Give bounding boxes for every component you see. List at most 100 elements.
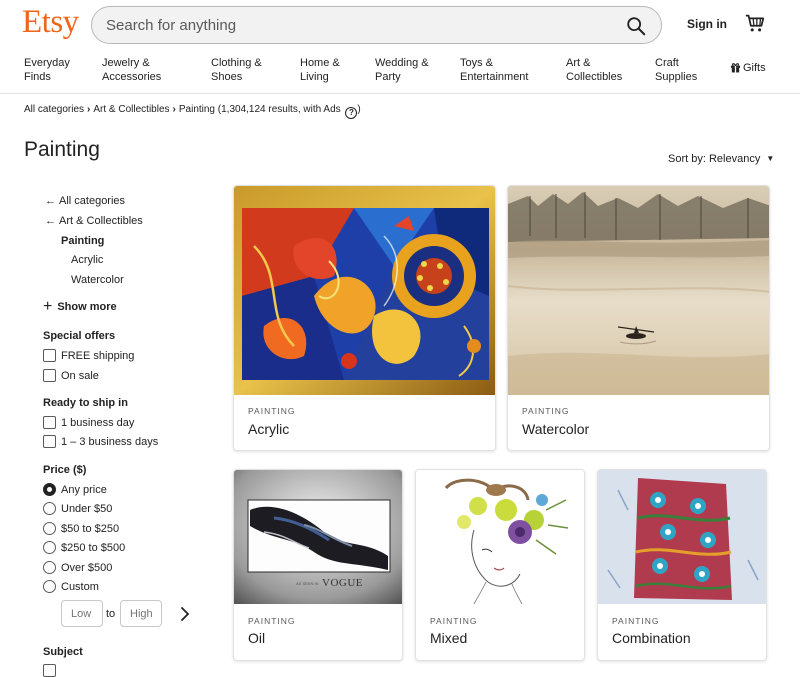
- price-low-input[interactable]: [61, 600, 103, 627]
- ready-to-ship-heading: Ready to ship in: [43, 397, 128, 409]
- card-title: Mixed: [430, 630, 468, 646]
- mixed-media-painting-image: [416, 470, 584, 604]
- combination-painting-image: [598, 470, 766, 604]
- results-count: (1,304,124 results, with Ads: [217, 104, 341, 115]
- nav-item-everyday-finds[interactable]: Everyday Finds: [24, 56, 70, 84]
- special-offers-heading: Special offers: [43, 330, 116, 342]
- checkbox[interactable]: [43, 416, 56, 429]
- checkbox-on-sale[interactable]: On sale: [43, 369, 99, 382]
- card-kicker: PAINTING: [248, 616, 296, 626]
- nav-item-art[interactable]: Art & Collectibles: [566, 56, 622, 84]
- header: Etsy Sign in: [0, 0, 800, 50]
- checkbox[interactable]: [43, 664, 56, 677]
- back-link-art-collectibles[interactable]: ← Art & Collectibles: [45, 215, 143, 227]
- plus-icon: +: [43, 298, 53, 315]
- sort-label: Sort by: Relevancy: [668, 153, 761, 165]
- card-kicker: PAINTING: [522, 406, 570, 416]
- price-heading: Price ($): [43, 464, 87, 476]
- price-high-input[interactable]: [120, 600, 162, 627]
- nav-label-line2: Entertainment: [460, 71, 529, 83]
- watercolor-painting-image: [508, 186, 769, 395]
- sign-in-link[interactable]: Sign in: [687, 17, 727, 31]
- subject-heading: Subject: [43, 646, 83, 658]
- category-card-watercolor[interactable]: PAINTING Watercolor: [507, 185, 770, 451]
- cart-icon[interactable]: [744, 12, 766, 34]
- nav-item-toys[interactable]: Toys & Entertainment: [460, 56, 528, 84]
- radio-selected[interactable]: [43, 483, 56, 496]
- checkbox[interactable]: [43, 369, 56, 382]
- nav-label-line1: Toys &: [460, 57, 494, 69]
- nav-label-line1: Wedding &: [375, 57, 429, 69]
- radio-custom[interactable]: Custom: [43, 580, 99, 593]
- nav-item-gifts[interactable]: Gifts: [730, 62, 766, 74]
- category-card-oil[interactable]: VOGUE AS SEEN IN PAINTING Oil: [233, 469, 403, 661]
- price-to-label: to: [106, 608, 116, 620]
- checkbox[interactable]: [43, 349, 56, 362]
- page-title: Painting: [24, 138, 100, 161]
- current-category: Painting: [61, 235, 105, 247]
- radio[interactable]: [43, 561, 56, 574]
- card-kicker: PAINTING: [430, 616, 478, 626]
- search-input[interactable]: [106, 15, 606, 35]
- radio[interactable]: [43, 522, 56, 535]
- card-kicker: PAINTING: [248, 406, 296, 416]
- nav-label-line2: Supplies: [655, 71, 698, 83]
- radio-under-50[interactable]: Under $50: [43, 502, 112, 515]
- nav-label-line1: Jewelry &: [102, 57, 150, 69]
- gift-icon: [730, 63, 741, 73]
- nav-label-line2: Collectibles: [566, 71, 623, 83]
- category-nav: Everyday Finds Jewelry & Accessories Clo…: [0, 52, 800, 94]
- arrow-left-icon: ←: [45, 195, 56, 207]
- category-card-mixed[interactable]: PAINTING Mixed: [415, 469, 585, 661]
- search-icon[interactable]: [625, 15, 647, 37]
- radio-any-price[interactable]: Any price: [43, 483, 107, 496]
- svg-text:VOGUE: VOGUE: [322, 577, 363, 589]
- nav-label-line2: Party: [375, 71, 401, 83]
- card-title: Watercolor: [522, 421, 590, 437]
- nav-label-line1: Everyday: [24, 57, 70, 69]
- sort-dropdown[interactable]: Sort by: Relevancy ▼: [668, 153, 774, 165]
- card-title: Oil: [248, 630, 266, 646]
- caret-down-icon: ▼: [766, 154, 775, 163]
- nav-item-clothing[interactable]: Clothing & Shoes: [211, 56, 262, 84]
- search-bar[interactable]: [91, 6, 662, 44]
- nav-label-line2: Living: [300, 71, 329, 83]
- nav-item-home[interactable]: Home & Living: [300, 56, 340, 84]
- breadcrumb-all-categories[interactable]: All categories: [24, 104, 84, 115]
- radio-250-to-500[interactable]: $250 to $500: [43, 541, 125, 554]
- checkbox[interactable]: [43, 435, 56, 448]
- etsy-logo[interactable]: Etsy: [22, 4, 79, 41]
- help-icon[interactable]: ?: [345, 107, 358, 119]
- radio-50-to-250[interactable]: $50 to $250: [43, 522, 119, 535]
- oil-painting-image: VOGUE AS SEEN IN: [234, 470, 402, 604]
- back-link-all-categories[interactable]: ← All categories: [45, 195, 125, 207]
- svg-text:AS SEEN IN: AS SEEN IN: [296, 581, 319, 586]
- radio[interactable]: [43, 541, 56, 554]
- checkbox-1-3-business-days[interactable]: 1 – 3 business days: [43, 435, 158, 448]
- subcategory-watercolor[interactable]: Watercolor: [71, 274, 124, 286]
- subcategory-acrylic[interactable]: Acrylic: [71, 254, 103, 266]
- breadcrumb-art-collectibles[interactable]: Art & Collectibles: [93, 104, 169, 115]
- checkbox-subject-partial[interactable]: [43, 664, 61, 677]
- radio-over-500[interactable]: Over $500: [43, 561, 112, 574]
- radio[interactable]: [43, 580, 56, 593]
- category-card-acrylic[interactable]: PAINTING Acrylic: [233, 185, 496, 451]
- nav-item-craft[interactable]: Craft Supplies: [655, 56, 697, 84]
- checkbox-1-business-day[interactable]: 1 business day: [43, 416, 134, 429]
- radio[interactable]: [43, 502, 56, 515]
- nav-label-line2: Accessories: [102, 71, 162, 83]
- gifts-label: Gifts: [743, 62, 766, 74]
- show-more-button[interactable]: + Show more: [43, 298, 117, 316]
- nav-label-line1: Craft: [655, 57, 679, 69]
- nav-label-line1: Clothing &: [211, 57, 262, 69]
- breadcrumb: All categories › Art & Collectibles › Painti…: [24, 104, 361, 119]
- nav-item-jewelry[interactable]: Jewelry & Accessories: [102, 56, 161, 84]
- chevron-right-icon[interactable]: [176, 604, 194, 624]
- checkbox-free-shipping[interactable]: FREE shipping: [43, 349, 134, 362]
- nav-label-line2: Shoes: [211, 71, 243, 83]
- acrylic-painting-image: [234, 186, 495, 395]
- card-title: Acrylic: [248, 421, 290, 437]
- category-card-combination[interactable]: PAINTING Combination: [597, 469, 767, 661]
- nav-item-wedding[interactable]: Wedding & Party: [375, 56, 429, 84]
- nav-label-line2: Finds: [24, 71, 51, 83]
